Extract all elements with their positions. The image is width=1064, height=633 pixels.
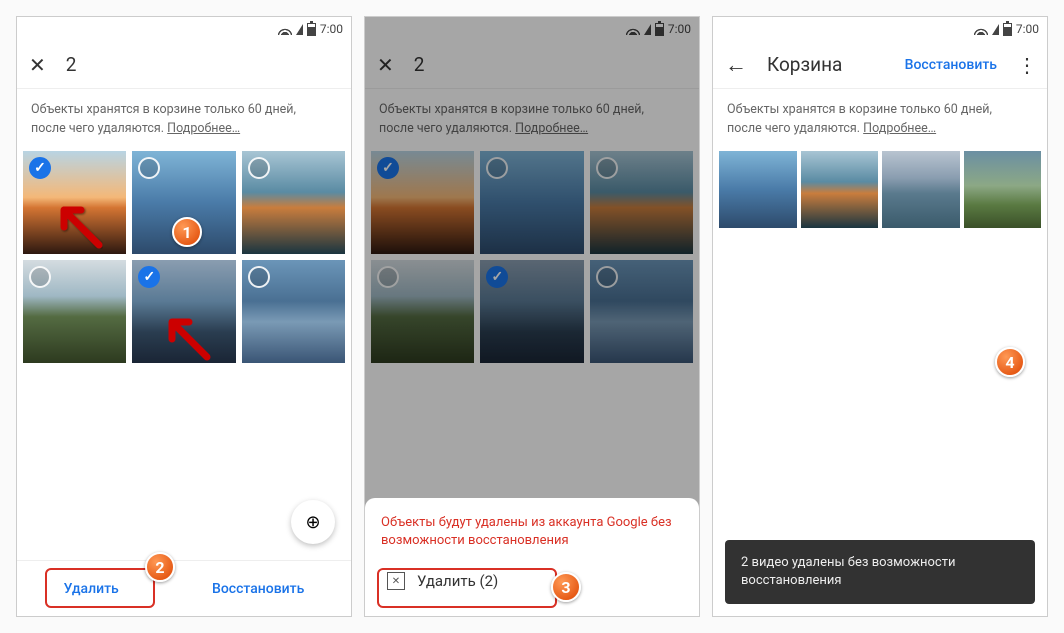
restore-button[interactable]: Восстановить bbox=[188, 571, 328, 607]
photo-thumb[interactable] bbox=[132, 260, 235, 363]
more-icon[interactable]: ⋮ bbox=[1017, 53, 1035, 77]
step-badge: 2 bbox=[145, 552, 175, 582]
page-title: Корзина bbox=[767, 53, 842, 76]
checkbox-selected[interactable] bbox=[29, 157, 51, 179]
selection-toolbar: ✕ 2 bbox=[17, 41, 351, 89]
close-icon[interactable]: ✕ bbox=[29, 53, 46, 77]
status-bar: 7:00 bbox=[713, 17, 1047, 41]
photo-thumb[interactable] bbox=[964, 151, 1042, 229]
photo-grid bbox=[17, 151, 351, 364]
learn-more-link[interactable]: Подробнее… bbox=[167, 121, 240, 136]
battery-icon bbox=[307, 23, 316, 36]
step-badge: 4 bbox=[995, 347, 1025, 377]
trash-icon bbox=[387, 572, 405, 590]
snackbar-text: 2 видео удалены без возможности восстано… bbox=[741, 555, 956, 588]
battery-icon bbox=[1003, 23, 1012, 36]
magnify-fab[interactable]: ⊕ bbox=[291, 500, 335, 544]
checkbox[interactable] bbox=[248, 157, 270, 179]
checkbox[interactable] bbox=[29, 266, 51, 288]
retention-notice: Объекты хранятся в корзине только 60 дне… bbox=[713, 89, 1047, 151]
bottom-action-bar: Удалить Восстановить bbox=[17, 560, 351, 616]
step-badge: 3 bbox=[551, 572, 581, 602]
wifi-icon bbox=[278, 24, 292, 35]
wifi-icon bbox=[974, 24, 988, 35]
phone-screen-3: 7:00 ← Корзина Восстановить ⋮ Объекты хр… bbox=[712, 16, 1048, 617]
retention-notice: Объекты хранятся в корзине только 60 дне… bbox=[17, 89, 351, 151]
photo-thumb[interactable] bbox=[242, 151, 345, 254]
confirm-delete-button[interactable]: Удалить (2) bbox=[381, 562, 683, 600]
photo-thumb[interactable] bbox=[719, 151, 797, 229]
photo-thumb[interactable] bbox=[882, 151, 960, 229]
snackbar: 2 видео удалены без возможности восстано… bbox=[725, 540, 1035, 604]
step-badge: 1 bbox=[172, 217, 202, 247]
confirm-delete-label: Удалить (2) bbox=[417, 572, 498, 590]
delete-warning-text: Объекты будут удалены из аккаунта Google… bbox=[381, 514, 683, 550]
photo-thumb[interactable] bbox=[23, 260, 126, 363]
status-bar: 7:00 bbox=[17, 17, 351, 41]
trash-toolbar: ← Корзина Восстановить ⋮ bbox=[713, 41, 1047, 89]
phone-screen-1: 7:00 ✕ 2 Объекты хранятся в корзине толь… bbox=[16, 16, 352, 617]
delete-button[interactable]: Удалить bbox=[40, 571, 143, 607]
status-time: 7:00 bbox=[1016, 22, 1039, 36]
checkbox[interactable] bbox=[138, 157, 160, 179]
restore-all-button[interactable]: Восстановить bbox=[905, 57, 997, 73]
phone-screen-2: 7:00 ✕ 2 Объекты хранятся в корзине толь… bbox=[364, 16, 700, 617]
bottom-sheet: Объекты будут удалены из аккаунта Google… bbox=[365, 498, 699, 616]
back-icon[interactable]: ← bbox=[725, 52, 747, 78]
selection-count: 2 bbox=[66, 53, 77, 76]
photo-thumb[interactable] bbox=[242, 260, 345, 363]
learn-more-link[interactable]: Подробнее… bbox=[863, 121, 936, 136]
photo-thumb[interactable] bbox=[23, 151, 126, 254]
photo-thumb[interactable] bbox=[801, 151, 879, 229]
photo-grid bbox=[713, 151, 1047, 229]
magnify-icon: ⊕ bbox=[305, 512, 320, 533]
signal-icon bbox=[992, 24, 999, 35]
signal-icon bbox=[296, 24, 303, 35]
status-time: 7:00 bbox=[320, 22, 343, 36]
checkbox-selected[interactable] bbox=[138, 266, 160, 288]
checkbox[interactable] bbox=[248, 266, 270, 288]
